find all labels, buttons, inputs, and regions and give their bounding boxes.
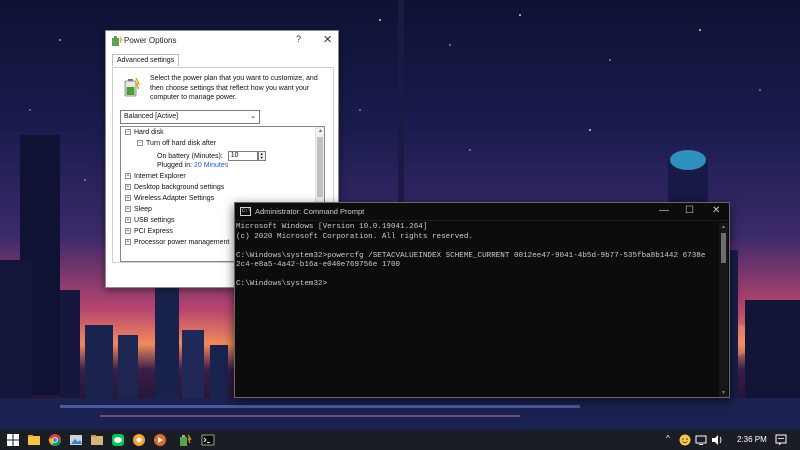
tab-bar: Advanced settings [112,53,180,67]
expand-icon[interactable]: + [125,184,131,191]
line-icon[interactable] [111,433,125,447]
tree-label: Turn off hard disk after [146,140,217,147]
tree-item-plugged-in: Plugged in: 20 Minutes [157,162,228,173]
tree-label: Internet Explorer [134,173,186,180]
battery-power-icon [124,77,141,97]
emoji-icon[interactable] [678,433,692,447]
window-title: Power Options [124,36,177,45]
console-line: (c) 2020 Microsoft Corporation. All righ… [236,232,473,241]
folder-icon[interactable] [90,433,104,447]
tab-advanced-settings[interactable]: Advanced settings [112,54,180,66]
tree-item-on-battery: On battery (Minutes): 10 ▲ ▼ [157,151,266,162]
scroll-thumb[interactable] [317,137,323,197]
tree-label: PCI Express [134,228,173,235]
tree-item[interactable]: + Sleep [125,206,152,217]
tree-label: Sleep [134,206,152,213]
taskbar-clock[interactable]: 2:36 PM [737,435,767,444]
expand-icon[interactable]: + [125,228,131,235]
tree-item[interactable]: + Processor power management [125,239,229,250]
taskbar: ^ 2:36 PM [0,430,800,450]
scroll-up-icon[interactable]: ▲ [719,224,728,230]
expand-icon[interactable]: + [125,217,131,224]
minimize-button[interactable]: — [659,205,669,216]
tree-item-hard-disk[interactable]: − Hard disk [125,129,164,140]
photos-icon[interactable] [69,433,83,447]
description-text: Select the power plan that you want to c… [150,75,318,101]
tree-item-turn-off-hard-disk[interactable]: − Turn off hard disk after [137,140,216,151]
command-prompt-icon: C:\ [240,207,252,216]
expand-icon[interactable]: + [125,195,131,202]
window-title: Administrator: Command Prompt [255,207,365,216]
tree-label: Processor power management [134,239,230,246]
command-prompt-icon[interactable] [201,433,215,447]
power-options-icon [112,36,123,46]
expand-icon[interactable]: + [125,206,131,213]
power-options-titlebar[interactable]: Power Options ? ✕ [106,31,338,51]
notification-icon[interactable] [774,433,788,447]
help-button[interactable]: ? [296,34,301,44]
power-plan-dropdown[interactable]: Balanced [Active] ⌄ [120,110,260,124]
volume-icon[interactable] [710,433,724,447]
power-options-icon[interactable] [178,433,192,447]
windows-start-icon[interactable] [6,433,20,447]
file-explorer-icon[interactable] [27,433,41,447]
scroll-up-icon[interactable]: ▲ [316,128,324,136]
plugged-in-label: Plugged in: [157,162,193,169]
chevron-up-icon[interactable]: ^ [666,434,670,450]
power-plan-selected: Balanced [Active] [124,113,179,120]
tree-item[interactable]: + PCI Express [125,228,173,239]
chrome-icon[interactable] [48,433,62,447]
console-output[interactable]: Microsoft Windows [Version 10.0.19041.26… [236,223,718,395]
scroll-down-icon[interactable]: ▼ [719,390,728,396]
console-line: Microsoft Windows [Version 10.0.19041.26… [236,223,428,231]
tree-label: USB settings [134,217,175,224]
close-button[interactable]: ✕ [712,205,720,216]
chevron-down-icon: ⌄ [250,113,256,120]
tree-label: Hard disk [134,129,164,136]
collapse-icon[interactable]: − [137,140,143,147]
tree-label: Wireless Adapter Settings [134,195,215,202]
spin-arrows-icon[interactable]: ▲ ▼ [257,151,266,161]
tree-item[interactable]: + Wireless Adapter Settings [125,195,214,206]
cmd-titlebar[interactable]: C:\ Administrator: Command Prompt — ☐ ✕ [235,203,729,221]
on-battery-label: On battery (Minutes): [157,152,223,160]
tree-item[interactable]: + Internet Explorer [125,173,186,184]
expand-icon[interactable]: + [125,239,131,246]
on-battery-minutes-input[interactable]: 10 ▲ ▼ [227,151,266,161]
expand-icon[interactable]: + [125,173,131,180]
console-prompt[interactable]: C:\Windows\system32> [236,280,718,290]
media-player-icon[interactable] [153,433,167,447]
tree-item[interactable]: + USB settings [125,217,174,228]
console-line: 2c4-e8a5-4a42-b16a-e040e769756e 1700 [236,261,401,269]
console-scrollbar[interactable]: ▲ ▼ [719,223,728,397]
command-prompt-window[interactable]: C:\ Administrator: Command Prompt — ☐ ✕ … [234,202,730,398]
console-line: C:\Windows\system32>powercfg /SETACVALUE… [236,251,706,260]
greenshot-icon[interactable] [132,433,146,447]
scroll-thumb[interactable] [721,233,726,263]
collapse-icon[interactable]: − [125,129,131,136]
tree-item[interactable]: + Desktop background settings [125,184,224,195]
network-icon[interactable] [694,433,708,447]
on-battery-value: 10 [230,152,239,159]
plugged-in-value-link[interactable]: 20 Minutes [194,162,228,169]
close-button[interactable]: ✕ [323,33,332,46]
maximize-button[interactable]: ☐ [685,205,694,216]
tree-label: Desktop background settings [134,184,225,191]
